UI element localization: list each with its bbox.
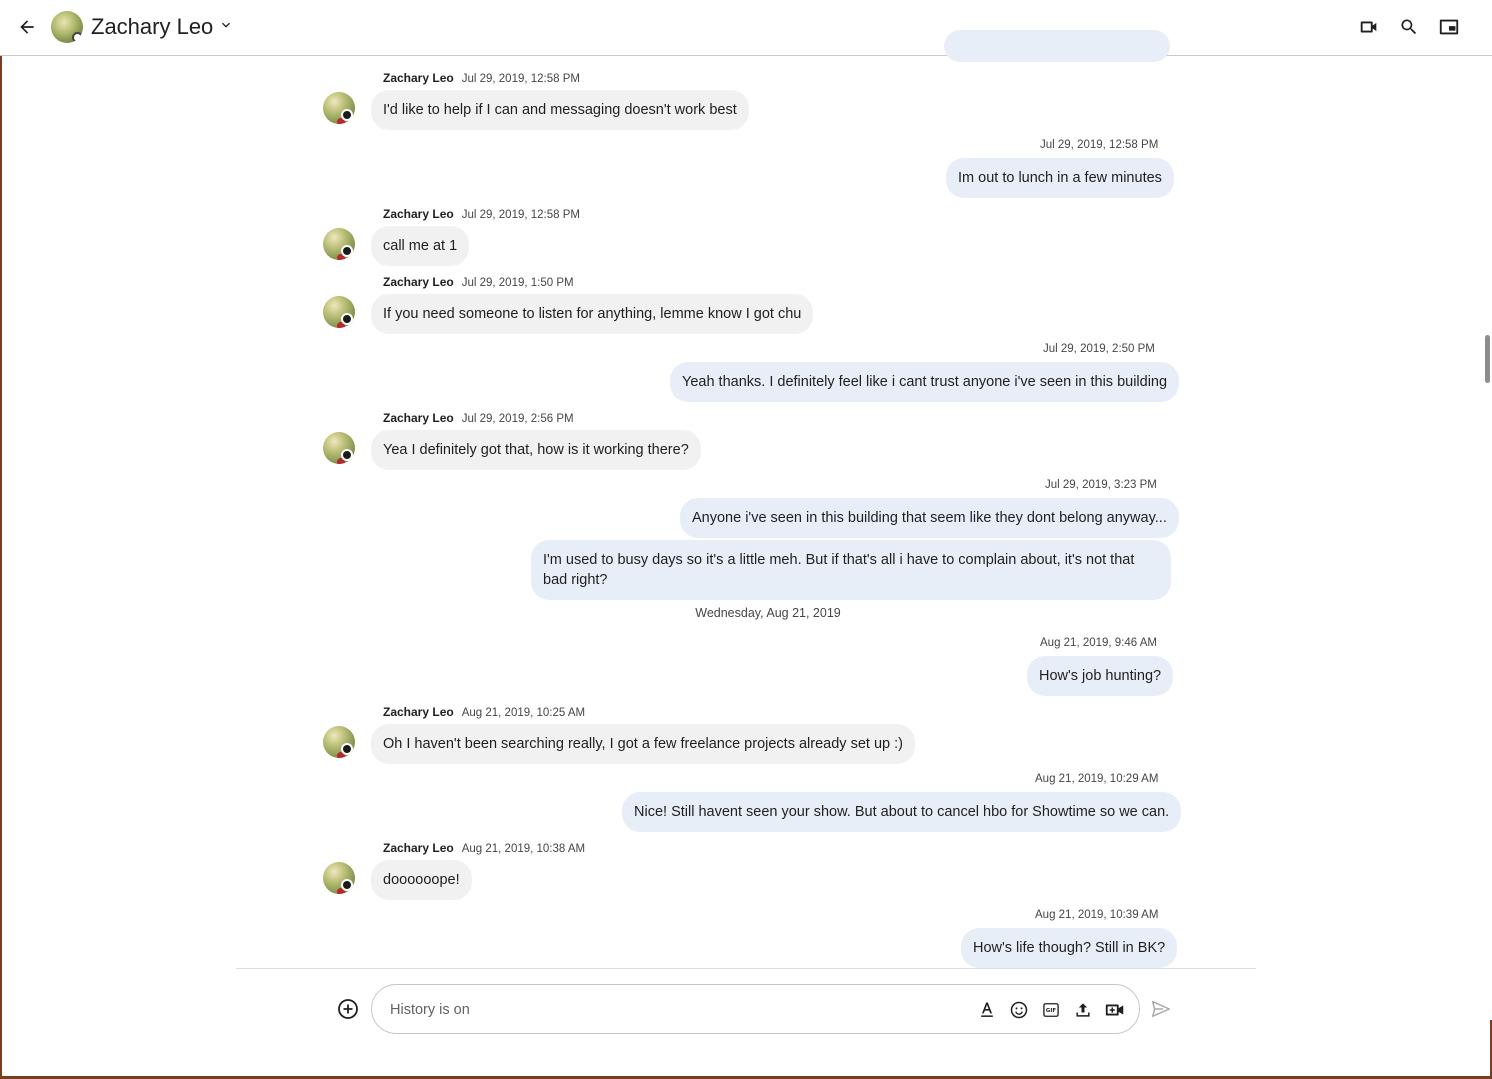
timestamp: Aug 21, 2019, 10:38 AM — [461, 843, 586, 855]
search-icon — [1401, 19, 1417, 35]
message-bubble[interactable]: Yea I definitely got that, how is it wor… — [371, 430, 701, 470]
send-icon — [1152, 1000, 1170, 1018]
message-composer: GIF — [371, 984, 1140, 1034]
sender-name: Zachary Leo — [383, 71, 454, 85]
window-frame-left — [0, 0, 2, 1079]
message-meta: Zachary Leo Aug 21, 2019, 10:38 AM — [383, 841, 585, 855]
timestamp: Aug 21, 2019, 9:46 AM — [1040, 637, 1158, 649]
message-bubble[interactable]: Anyone i've seen in this building that s… — [680, 498, 1179, 538]
upload-icon — [1076, 1003, 1090, 1017]
message-bubble[interactable]: doooooope! — [371, 860, 472, 900]
sender-avatar[interactable] — [323, 228, 355, 260]
gif-button[interactable]: GIF — [1039, 998, 1063, 1022]
message-bubble[interactable]: I'd like to help if I can and messaging … — [371, 90, 749, 130]
video-call-icon — [1360, 21, 1377, 33]
scrollbar-thumb[interactable] — [1485, 335, 1490, 383]
message-meta: Zachary Leo Jul 29, 2019, 2:56 PM — [383, 411, 574, 425]
message-bubble[interactable]: Oh I haven't been searching really, I go… — [371, 724, 915, 764]
back-arrow-icon — [20, 20, 34, 34]
sender-avatar[interactable] — [323, 726, 355, 758]
timestamp: Jul 29, 2019, 2:56 PM — [461, 413, 574, 425]
sender-avatar[interactable] — [323, 296, 355, 328]
send-button[interactable] — [1148, 996, 1174, 1022]
emoji-button[interactable] — [1007, 998, 1031, 1022]
message-input[interactable] — [388, 997, 952, 1023]
timestamp: Jul 29, 2019, 12:58 PM — [461, 209, 580, 221]
contact-menu-button[interactable] — [218, 17, 234, 33]
gif-icon: GIF — [1043, 1003, 1059, 1017]
conversation-header: Zachary Leo — [0, 0, 1492, 56]
text-format-icon — [981, 1002, 993, 1017]
sender-name: Zachary Leo — [383, 207, 454, 221]
sender-name: Zachary Leo — [383, 275, 454, 289]
timestamp: Jul 29, 2019, 1:50 PM — [461, 277, 574, 289]
sender-avatar[interactable] — [323, 862, 355, 894]
emoji-icon — [1010, 1001, 1028, 1019]
timestamp: Jul 29, 2019, 2:50 PM — [1043, 343, 1155, 355]
add-circle-icon — [338, 999, 358, 1019]
message-bubble[interactable]: Nice! Still havent seen your show. But a… — [622, 792, 1182, 832]
contact-name[interactable]: Zachary Leo — [91, 12, 213, 42]
date-separator: Wednesday, Aug 21, 2019 — [695, 606, 841, 620]
format-button[interactable] — [975, 998, 999, 1022]
picture-in-picture-icon — [1439, 19, 1459, 35]
picture-in-picture-button[interactable] — [1434, 13, 1464, 41]
message-meta: Zachary Leo Jul 29, 2019, 1:50 PM — [383, 275, 574, 289]
sender-avatar[interactable] — [323, 432, 355, 464]
message-bubble[interactable]: Yeah thanks. I definitely feel like i ca… — [670, 362, 1180, 402]
message-bubble-clipped — [944, 30, 1170, 62]
timestamp: Jul 29, 2019, 12:58 PM — [1040, 139, 1159, 151]
message-bubble[interactable]: I'm used to busy days so it's a little m… — [531, 540, 1171, 600]
sender-avatar[interactable] — [323, 92, 355, 124]
video-meeting-icon — [1105, 1004, 1124, 1016]
timestamp: Jul 29, 2019, 3:23 PM — [1045, 479, 1157, 491]
chevron-down-icon — [222, 22, 230, 28]
message-meta: Zachary Leo Jul 29, 2019, 12:58 PM — [383, 207, 580, 221]
timestamp: Aug 21, 2019, 10:29 AM — [1035, 773, 1159, 785]
composer-divider — [236, 968, 1256, 969]
message-meta: Zachary Leo Jul 29, 2019, 12:58 PM — [383, 71, 580, 85]
sender-name: Zachary Leo — [383, 411, 454, 425]
timestamp: Jul 29, 2019, 12:58 PM — [461, 73, 580, 85]
message-bubble[interactable]: Im out to lunch in a few minutes — [946, 158, 1174, 198]
back-button[interactable] — [12, 12, 42, 42]
upload-button[interactable] — [1071, 998, 1095, 1022]
message-bubble[interactable]: If you need someone to listen for anythi… — [371, 294, 814, 334]
sender-name: Zachary Leo — [383, 705, 454, 719]
timestamp: Aug 21, 2019, 10:39 AM — [1035, 909, 1159, 921]
add-button[interactable] — [334, 995, 362, 1023]
svg-text:GIF: GIF — [1046, 1008, 1056, 1014]
message-bubble[interactable]: How's job hunting? — [1027, 656, 1174, 696]
message-meta: Zachary Leo Aug 21, 2019, 10:25 AM — [383, 705, 585, 719]
search-button[interactable] — [1394, 13, 1424, 41]
sender-name: Zachary Leo — [383, 841, 454, 855]
video-call-button[interactable] — [1354, 13, 1384, 41]
timestamp: Aug 21, 2019, 10:25 AM — [461, 707, 586, 719]
message-bubble[interactable]: How's life though? Still in BK? — [961, 928, 1178, 968]
message-bubble[interactable]: call me at 1 — [371, 226, 470, 266]
contact-avatar[interactable] — [51, 11, 83, 43]
video-meeting-button[interactable] — [1103, 998, 1127, 1022]
